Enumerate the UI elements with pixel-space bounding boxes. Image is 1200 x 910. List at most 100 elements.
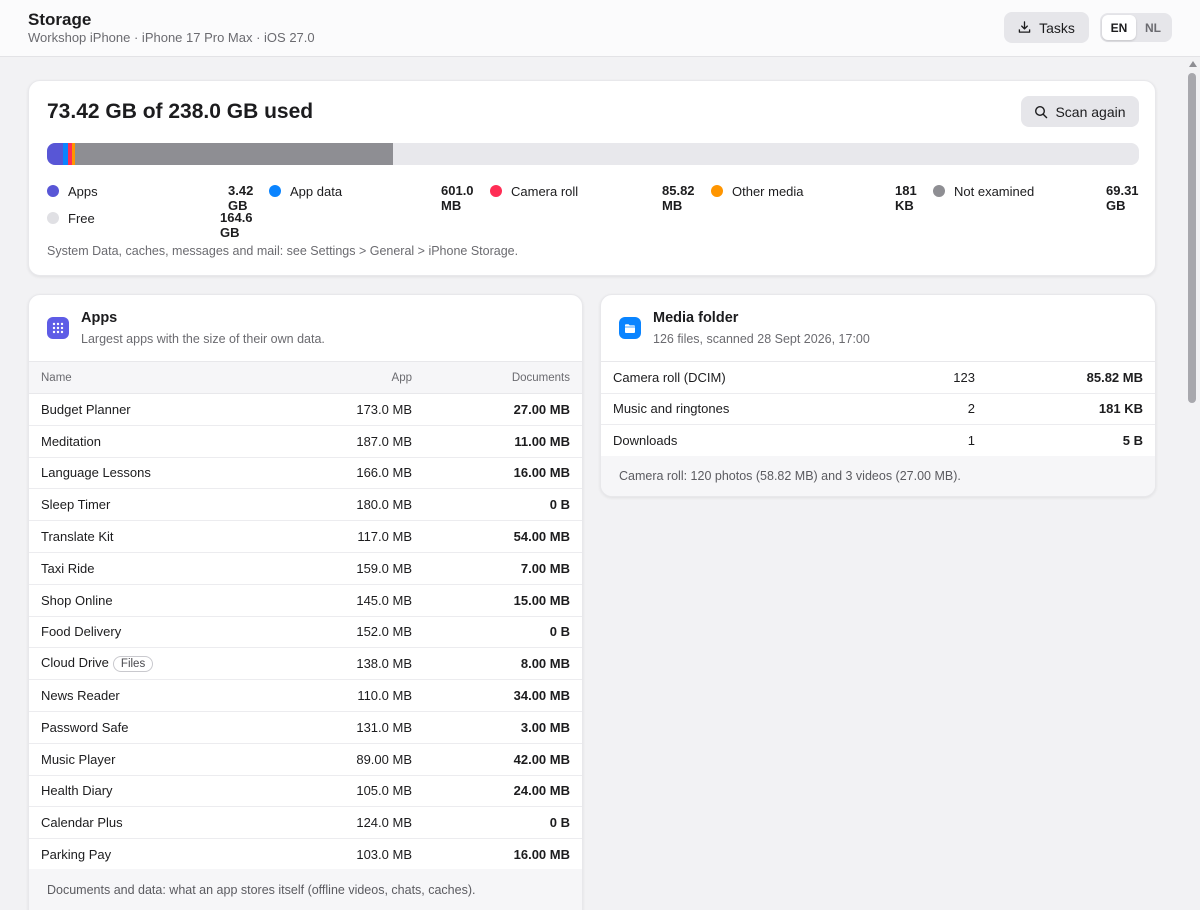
documents-size-cell: 3.00 MB bbox=[412, 711, 582, 744]
tasks-button[interactable]: Tasks bbox=[1004, 12, 1089, 43]
legend-label: Not examined bbox=[954, 183, 1035, 199]
documents-size-cell: 42.00 MB bbox=[412, 743, 582, 776]
app-name: Budget Planner bbox=[41, 401, 131, 417]
app-size-cell: 173.0 MB bbox=[282, 393, 412, 426]
column-header-name[interactable]: Name bbox=[29, 361, 282, 394]
apps-card-footer: Documents and data: what an app stores i… bbox=[29, 869, 582, 910]
documents-size-cell: 54.00 MB bbox=[412, 520, 582, 553]
media-count-cell: 2 bbox=[855, 393, 975, 425]
table-row[interactable]: News Reader 110.0 MB 34.00 MB bbox=[29, 679, 582, 712]
scan-again-label: Scan again bbox=[1055, 103, 1126, 120]
legend-item-other-media: Other media 181 KB bbox=[711, 182, 917, 213]
app-name: Shop Online bbox=[41, 592, 113, 608]
table-row[interactable]: Music and ringtones 2 181 KB bbox=[601, 393, 1155, 425]
documents-size-cell: 0 B bbox=[412, 616, 582, 649]
documents-size-cell: 16.00 MB bbox=[412, 838, 582, 871]
app-name-cell: Language Lessons bbox=[29, 457, 282, 490]
media-card-header: Media folder 126 files, scanned 28 Sept … bbox=[601, 295, 1155, 361]
apps-card-title: Apps bbox=[81, 310, 118, 326]
storage-usage-bar bbox=[47, 143, 1139, 165]
table-row[interactable]: Budget Planner 173.0 MB 27.00 MB bbox=[29, 393, 582, 426]
legend-label: Camera roll bbox=[511, 183, 579, 199]
legend-label: Free bbox=[68, 210, 95, 226]
scrollbar-thumb[interactable] bbox=[1188, 73, 1196, 403]
app-name: Translate Kit bbox=[41, 529, 114, 545]
app-size-cell: 89.00 MB bbox=[282, 743, 412, 776]
scrollbar[interactable] bbox=[1186, 57, 1200, 910]
apps-card-subtitle: Largest apps with the size of their own … bbox=[81, 332, 325, 346]
table-row[interactable]: Translate Kit 117.0 MB 54.00 MB bbox=[29, 520, 582, 553]
language-en[interactable]: EN bbox=[1102, 15, 1136, 40]
media-size-cell: 85.82 MB bbox=[975, 361, 1155, 394]
documents-size-cell: 16.00 MB bbox=[412, 457, 582, 490]
search-icon bbox=[1035, 105, 1048, 118]
scan-again-button[interactable]: Scan again bbox=[1021, 96, 1139, 127]
app-name: News Reader bbox=[41, 688, 120, 704]
legend-dot-apps bbox=[47, 185, 59, 197]
app-name: Music Player bbox=[41, 751, 116, 767]
table-row[interactable]: Food Delivery 152.0 MB 0 B bbox=[29, 616, 582, 649]
download-tray-icon bbox=[1018, 21, 1031, 33]
storage-used-heading: 73.42 GB of 238.0 GB used bbox=[47, 100, 314, 123]
app-name-cell: Password Safe bbox=[29, 711, 282, 744]
app-size-cell: 152.0 MB bbox=[282, 616, 412, 649]
media-category-cell: Downloads bbox=[601, 424, 855, 457]
app-size-cell: 103.0 MB bbox=[282, 838, 412, 871]
app-name: Sleep Timer bbox=[41, 497, 111, 513]
legend-value: 69.31 GB bbox=[1106, 183, 1139, 213]
files-badge: Files bbox=[112, 656, 154, 673]
media-size-cell: 5 B bbox=[975, 424, 1155, 457]
app-name: Language Lessons bbox=[41, 465, 151, 481]
documents-size-cell: 24.00 MB bbox=[412, 775, 582, 808]
app-size-cell: 166.0 MB bbox=[282, 457, 412, 490]
table-row[interactable]: Sleep Timer 180.0 MB 0 B bbox=[29, 488, 582, 522]
media-count-cell: 123 bbox=[855, 361, 975, 394]
language-nl[interactable]: NL bbox=[1136, 15, 1170, 40]
legend-value: 85.82 MB bbox=[662, 183, 695, 213]
app-name: Meditation bbox=[41, 433, 101, 449]
table-row[interactable]: Camera roll (DCIM) 123 85.82 MB bbox=[601, 361, 1155, 394]
documents-size-cell: 27.00 MB bbox=[412, 393, 582, 426]
table-row[interactable]: Music Player 89.00 MB 42.00 MB bbox=[29, 743, 582, 776]
app-name-cell: Music Player bbox=[29, 743, 282, 776]
column-header-documents[interactable]: Documents bbox=[412, 361, 582, 394]
documents-size-cell: 8.00 MB bbox=[412, 647, 582, 681]
table-row[interactable]: Health Diary 105.0 MB 24.00 MB bbox=[29, 775, 582, 808]
legend-value: 181 KB bbox=[895, 183, 917, 213]
scroll-up-arrow-icon[interactable] bbox=[1189, 61, 1197, 67]
legend-dot-camera-roll bbox=[490, 185, 502, 197]
media-card-title: Media folder bbox=[653, 310, 739, 326]
documents-size-cell: 7.00 MB bbox=[412, 552, 582, 585]
media-card-footer: Camera roll: 120 photos (58.82 MB) and 3… bbox=[601, 456, 1155, 496]
table-row[interactable]: Shop Online 145.0 MB 15.00 MB bbox=[29, 584, 582, 617]
apps-footer-note: Documents and data: what an app stores i… bbox=[47, 883, 476, 897]
legend-label: Other media bbox=[732, 183, 804, 199]
table-row[interactable]: Language Lessons 166.0 MB 16.00 MB bbox=[29, 457, 582, 490]
legend-label: Apps bbox=[68, 183, 98, 199]
page-title: Storage bbox=[28, 10, 92, 29]
table-row[interactable]: Downloads 1 5 B bbox=[601, 424, 1155, 457]
app-size-cell: 145.0 MB bbox=[282, 584, 412, 617]
table-row[interactable]: Calendar Plus 124.0 MB 0 B bbox=[29, 806, 582, 840]
media-category-cell: Music and ringtones bbox=[601, 393, 855, 425]
app-size-cell: 159.0 MB bbox=[282, 552, 412, 585]
column-header-app[interactable]: App bbox=[282, 361, 412, 394]
table-row[interactable]: Taxi Ride 159.0 MB 7.00 MB bbox=[29, 552, 582, 585]
app-size-cell: 105.0 MB bbox=[282, 775, 412, 808]
app-size-cell: 180.0 MB bbox=[282, 488, 412, 522]
table-row[interactable]: Cloud Drive Files 138.0 MB 8.00 MB bbox=[29, 647, 582, 681]
app-name-cell: Calendar Plus bbox=[29, 806, 282, 840]
app-name: Health Diary bbox=[41, 783, 113, 799]
app-name-cell: Shop Online bbox=[29, 584, 282, 617]
legend-value: 601.0 MB bbox=[441, 183, 474, 213]
app-name: Parking Pay bbox=[41, 847, 112, 863]
usage-segment-apps bbox=[47, 143, 63, 165]
legend-dot-free bbox=[47, 212, 59, 224]
app-name-cell: Translate Kit bbox=[29, 520, 282, 553]
table-row[interactable]: Parking Pay 103.0 MB 16.00 MB bbox=[29, 838, 582, 871]
table-row[interactable]: Password Safe 131.0 MB 3.00 MB bbox=[29, 711, 582, 744]
app-name-cell: Taxi Ride bbox=[29, 552, 282, 585]
legend-dot-not-examined bbox=[933, 185, 945, 197]
app-size-cell: 124.0 MB bbox=[282, 806, 412, 840]
table-row[interactable]: Meditation 187.0 MB 11.00 MB bbox=[29, 425, 582, 458]
